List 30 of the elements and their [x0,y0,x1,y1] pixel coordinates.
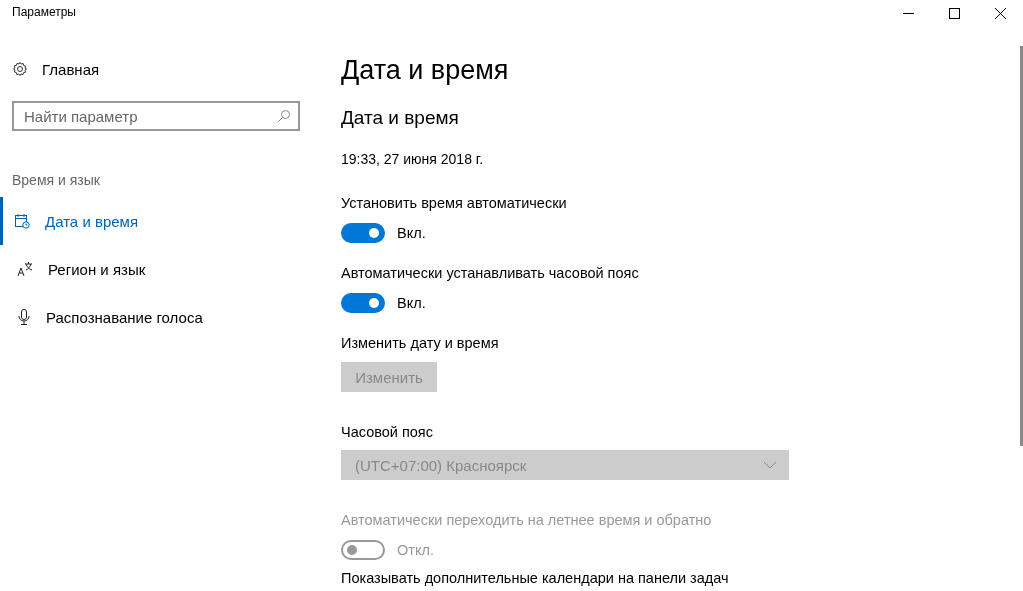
group-heading: Время и язык [12,171,101,190]
nav-item[interactable]: Дата и время [0,197,320,245]
setting-label: Установить время автоматически [341,194,568,213]
toggle-state: Вкл. [397,295,426,311]
page-title: Дата и время [341,54,510,87]
calendar-icon [14,213,30,229]
toggle-switch[interactable] [341,293,385,313]
current-time: 19:33, 27 июня 2018 г. [341,150,485,169]
setting-label: Автоматически устанавливать часовой пояс [341,264,640,283]
maximize-icon [948,7,960,19]
section-title: Дата и время [341,106,460,130]
toggle-state: Вкл. [397,225,426,241]
toggle-switch[interactable] [341,223,385,243]
chevron-icon [763,461,777,469]
nav-item[interactable]: Распознавание голоса [0,293,320,341]
search-icon [277,109,291,123]
setting-label: Часовой пояс [341,423,434,442]
toggle-state: Откл. [397,542,434,558]
search-field[interactable]: Найти параметр [12,101,300,131]
microphone-icon [17,309,31,325]
setting-label: Изменить дату и время [341,334,500,353]
setting-label: Показывать дополнительные календари на панели задач [341,569,730,587]
close-icon [994,7,1006,19]
home-link[interactable]: Главная [0,51,320,87]
setting-label: Автоматически переходить на летнее время и обратно [341,511,713,530]
scrollbar[interactable] [1020,46,1023,446]
nav-item[interactable]: Регион и язык [0,245,320,293]
window-title: Параметры [12,5,76,19]
settings-icon [12,61,28,77]
language-icon [17,261,33,277]
